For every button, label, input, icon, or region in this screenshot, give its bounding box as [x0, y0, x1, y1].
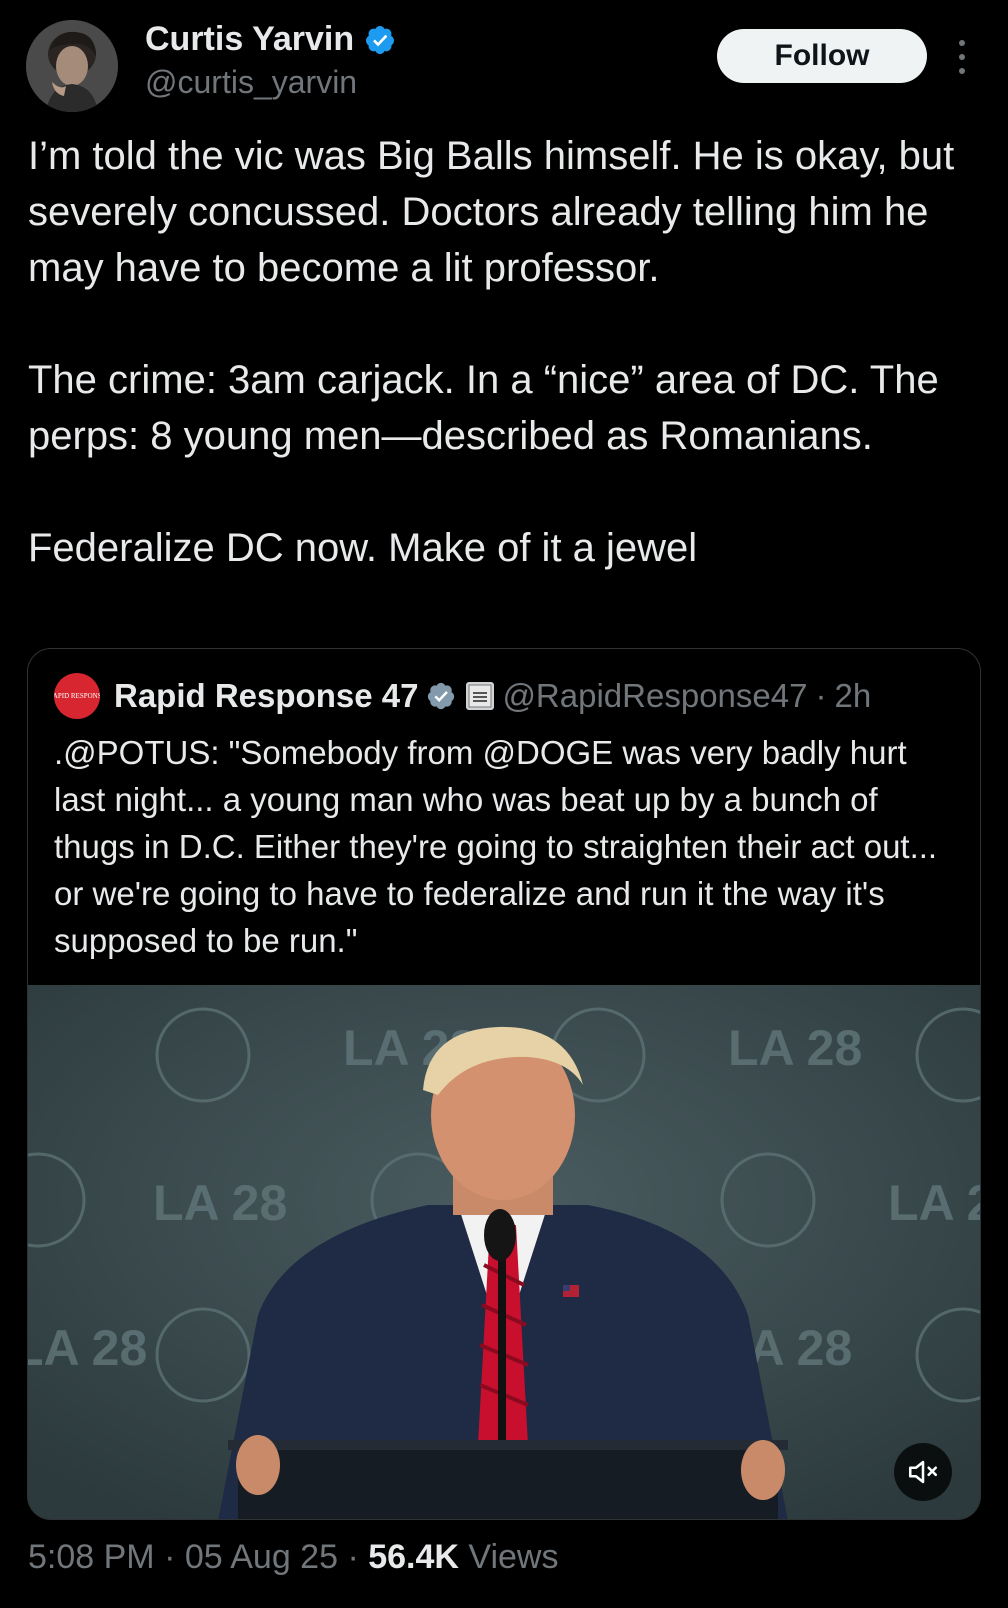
follow-button[interactable]: Follow	[717, 29, 927, 83]
more-vertical-icon[interactable]	[955, 40, 969, 74]
profile-photo-icon	[26, 20, 118, 112]
tweet-time[interactable]: 5:08 PM	[28, 1538, 155, 1576]
quoted-tweet-card[interactable]: RAPID RESPONSE Rapid Response 47 @RapidR…	[27, 648, 981, 1520]
quoted-tweet-header: RAPID RESPONSE Rapid Response 47 @RapidR…	[54, 673, 871, 719]
quoted-tweet-text: .@POTUS: "Somebody from @DOGE was very b…	[54, 734, 938, 959]
video-frame: LA 28 LA 28 LA 28 LA 28 LA 28 LA 28	[28, 985, 981, 1519]
quoted-author-handle[interactable]: @RapidResponse47	[502, 677, 807, 715]
author-avatar[interactable]	[26, 20, 118, 112]
quoted-author-name[interactable]: Rapid Response 47	[114, 677, 418, 715]
backdrop-logo: LA 28	[728, 1020, 862, 1076]
quoted-tweet-time[interactable]: 2h	[834, 677, 871, 715]
separator-dot: ·	[154, 1538, 185, 1576]
views-label: Views	[458, 1538, 559, 1576]
quoted-author-avatar[interactable]: RAPID RESPONSE	[54, 673, 100, 719]
quoted-author-avatar-label: RAPID RESPONSE	[54, 692, 100, 700]
author-name-row[interactable]: Curtis Yarvin	[145, 20, 396, 59]
tweet: Curtis Yarvin @curtis_yarvin Follow I’m …	[0, 0, 1008, 1608]
backdrop-logo: LA 28	[153, 1175, 287, 1231]
separator-dot: ·	[815, 677, 827, 714]
tweet-date[interactable]: 05 Aug 25	[185, 1538, 338, 1576]
backdrop-logo: LA 28	[888, 1175, 981, 1231]
tweet-text: I’m told the vic was Big Balls himself. …	[28, 128, 983, 576]
tweet-metadata: 5:08 PM · 05 Aug 25 · 56.4K Views	[28, 1538, 558, 1577]
tweet-paragraph: Federalize DC now. Make of it a jewel	[28, 526, 698, 570]
government-affiliation-icon	[466, 682, 495, 710]
author-display-name[interactable]: Curtis Yarvin	[145, 20, 354, 59]
tweet-paragraph: I’m told the vic was Big Balls himself. …	[28, 134, 955, 290]
views-count[interactable]: 56.4K	[368, 1538, 459, 1576]
separator-dot: ·	[338, 1538, 369, 1576]
muted-speaker-icon[interactable]	[894, 1443, 952, 1501]
quoted-tweet-video[interactable]: LA 28 LA 28 LA 28 LA 28 LA 28 LA 28	[28, 985, 981, 1519]
verified-badge-icon	[428, 682, 455, 710]
tweet-paragraph: The crime: 3am carjack. In a “nice” area…	[28, 358, 939, 458]
verified-badge-icon	[366, 25, 395, 54]
author-handle[interactable]: @curtis_yarvin	[145, 64, 357, 101]
backdrop-logo: LA 28	[28, 1320, 147, 1376]
